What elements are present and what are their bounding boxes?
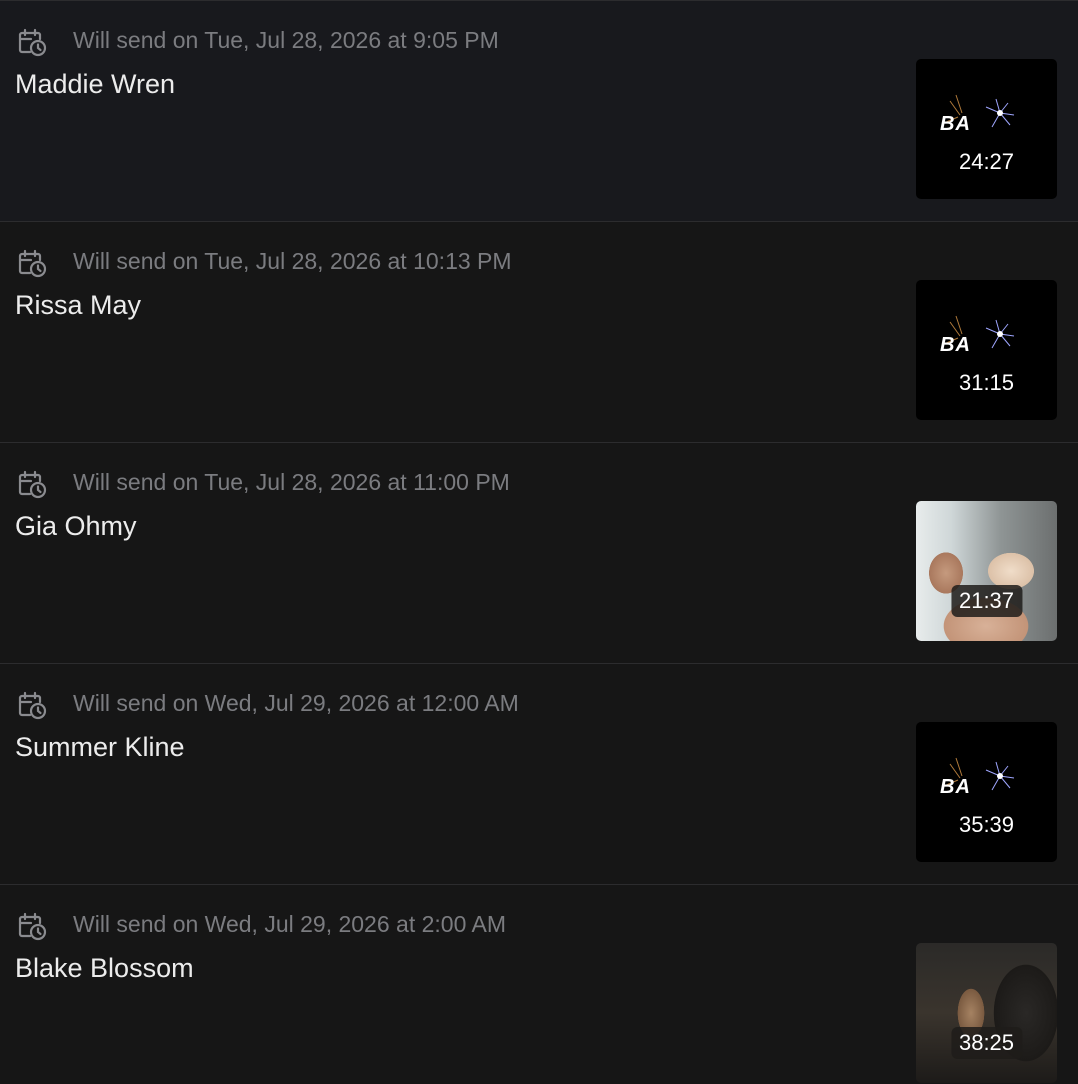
recipient-name: Gia Ohmy [15, 511, 137, 541]
video-duration: 21:37 [950, 585, 1023, 617]
list-item[interactable]: Will send on Wed, Jul 29, 2026 at 2:00 A… [0, 884, 1078, 1084]
video-thumbnail[interactable]: BA 24:27 [916, 59, 1057, 199]
schedule-time: Will send on Wed, Jul 29, 2026 at 12:00 … [73, 690, 519, 716]
list-item[interactable]: Will send on Tue, Jul 28, 2026 at 11:00 … [0, 442, 1078, 663]
video-thumbnail[interactable]: BA 31:15 [916, 280, 1057, 420]
video-thumbnail[interactable]: BA 35:39 [916, 722, 1057, 862]
video-thumbnail[interactable]: 21:37 [916, 501, 1057, 641]
calendar-clock-icon [17, 27, 47, 57]
recipient-name: Maddie Wren [15, 69, 176, 99]
schedule-time: Will send on Wed, Jul 29, 2026 at 2:00 A… [73, 911, 506, 937]
video-duration: 38:25 [950, 1027, 1023, 1059]
logo-text: BA [940, 113, 971, 135]
video-duration: 35:39 [958, 812, 1015, 837]
scheduled-messages-list: Will send on Tue, Jul 28, 2026 at 9:05 P… [0, 0, 1078, 1084]
recipient-name: Summer Kline [15, 732, 185, 762]
calendar-clock-icon [17, 690, 47, 720]
calendar-clock-icon [17, 911, 47, 941]
video-thumbnail[interactable]: 38:25 [916, 943, 1057, 1083]
list-item[interactable]: Will send on Wed, Jul 29, 2026 at 12:00 … [0, 663, 1078, 884]
calendar-clock-icon [17, 248, 47, 278]
logo-text: BA [940, 776, 971, 798]
recipient-name: Blake Blossom [15, 953, 194, 983]
logo-text: BA [940, 334, 971, 356]
list-item[interactable]: Will send on Tue, Jul 28, 2026 at 10:13 … [0, 221, 1078, 442]
calendar-clock-icon [17, 469, 47, 499]
schedule-time: Will send on Tue, Jul 28, 2026 at 11:00 … [73, 469, 510, 495]
recipient-name: Rissa May [15, 290, 142, 320]
list-item[interactable]: Will send on Tue, Jul 28, 2026 at 9:05 P… [0, 0, 1078, 221]
video-duration: 31:15 [958, 370, 1015, 395]
schedule-time: Will send on Tue, Jul 28, 2026 at 9:05 P… [73, 27, 499, 53]
schedule-time: Will send on Tue, Jul 28, 2026 at 10:13 … [73, 248, 512, 274]
video-duration: 24:27 [958, 149, 1015, 174]
